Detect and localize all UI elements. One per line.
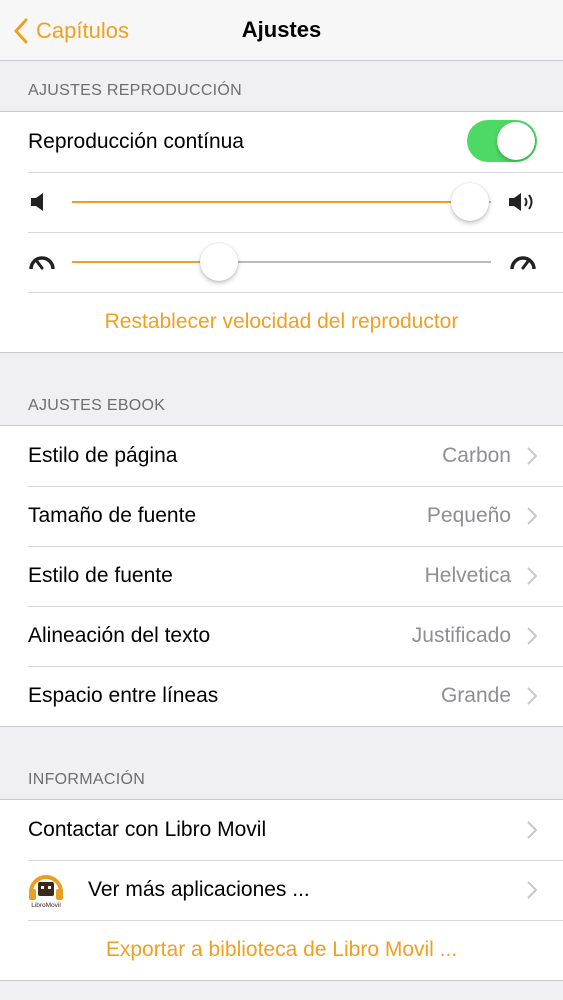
info-group: Contactar con Libro Movil LibroMovil Ver…	[0, 799, 563, 981]
setting-row-font-style[interactable]: Estilo de fuente Helvetica	[0, 546, 563, 606]
section-header-info: INFORMACIÓN	[28, 771, 146, 788]
volume-high-icon	[509, 193, 533, 211]
volume-slider-thumb[interactable]	[451, 183, 490, 221]
reset-speed-button[interactable]: Restablecer velocidad del reproductor	[0, 310, 563, 334]
continuous-playback-row: Reproducción contínua	[0, 112, 563, 172]
chevron-right-icon	[527, 881, 537, 899]
volume-track-fill	[72, 201, 471, 203]
volume-slider-row	[0, 172, 563, 232]
setting-label: Estilo de fuente	[28, 564, 173, 587]
chevron-right-icon	[527, 687, 537, 705]
setting-label: Espacio entre líneas	[28, 684, 219, 707]
playback-settings-group: Reproducción contínua Restablecer veloci…	[0, 111, 563, 353]
libro-movil-app-icon: LibroMovil	[26, 870, 66, 910]
setting-value: Grande	[440, 684, 511, 707]
setting-row-font-size[interactable]: Tamaño de fuente Pequeño	[0, 486, 563, 546]
setting-value: Pequeño	[426, 504, 511, 527]
setting-value: Carbon	[442, 444, 511, 467]
setting-label: Alineación del texto	[28, 624, 211, 647]
speed-slider-thumb[interactable]	[199, 243, 238, 281]
chevron-right-icon	[527, 627, 537, 645]
setting-label: Tamaño de fuente	[28, 504, 197, 527]
ebook-settings-group: Estilo de página Carbon Tamaño de fuente…	[0, 425, 563, 727]
chevron-right-icon	[527, 507, 537, 525]
speedometer-fast-icon	[510, 256, 536, 270]
chevron-right-icon	[527, 447, 537, 465]
contact-label: Contactar con Libro Movil	[28, 818, 267, 841]
setting-label: Estilo de página	[28, 444, 178, 467]
more-apps-row[interactable]: LibroMovil Ver más aplicaciones ...	[0, 860, 563, 920]
section-header-playback: AJUSTES REPRODUCCIÓN	[28, 82, 243, 99]
section-header-ebook: AJUSTES EBOOK	[28, 397, 166, 414]
volume-low-icon	[31, 193, 43, 211]
contact-row[interactable]: Contactar con Libro Movil	[0, 800, 563, 860]
reset-speed-row[interactable]: Restablecer velocidad del reproductor	[0, 292, 563, 352]
setting-row-text-alignment[interactable]: Alineación del texto Justificado	[0, 606, 563, 666]
page-title: Ajustes	[241, 17, 322, 42]
navigation-bar: Capítulos Ajustes	[0, 0, 563, 61]
setting-value: Justificado	[411, 624, 511, 647]
toggle-knob	[497, 122, 535, 160]
volume-slider[interactable]	[72, 183, 491, 221]
continuous-playback-toggle[interactable]	[467, 120, 537, 162]
chevron-right-icon	[527, 821, 537, 839]
speed-track-fill	[72, 261, 219, 263]
chevron-right-icon	[527, 567, 537, 585]
setting-row-line-spacing[interactable]: Espacio entre líneas Grande	[0, 666, 563, 726]
export-row[interactable]: Exportar a biblioteca de Libro Movil ...	[0, 920, 563, 980]
speedometer-slow-icon	[29, 256, 55, 270]
export-library-button[interactable]: Exportar a biblioteca de Libro Movil ...	[0, 938, 563, 962]
setting-row-page-style[interactable]: Estilo de página Carbon	[0, 426, 563, 486]
speed-slider-row	[0, 232, 563, 292]
speed-slider[interactable]	[72, 243, 491, 281]
more-apps-label: Ver más aplicaciones ...	[88, 878, 310, 901]
logo-text: LibroMovil	[31, 902, 61, 909]
continuous-playback-label: Reproducción contínua	[28, 130, 244, 153]
setting-value: Helvetica	[424, 564, 511, 587]
